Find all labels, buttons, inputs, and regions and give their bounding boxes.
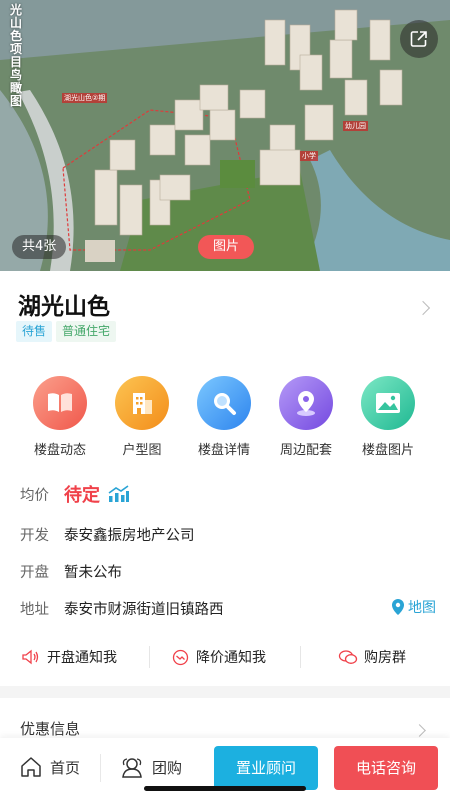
group-buy-button[interactable]: 团购 <box>120 756 182 778</box>
home-button[interactable]: 首页 <box>20 756 80 778</box>
opening-row: 开盘 暂未公布 <box>20 559 122 583</box>
price-drop-notify-label: 降价通知我 <box>196 650 266 666</box>
opening-key: 开盘 <box>20 564 49 581</box>
address-key: 地址 <box>20 601 49 618</box>
menu-item-floorplan[interactable]: 户型图 <box>101 376 183 458</box>
speaker-icon <box>22 649 39 665</box>
price-row: 均价 待定 <box>20 482 130 506</box>
address-value: 泰安市财源街道旧镇路西 <box>64 601 224 618</box>
home-indicator[interactable] <box>144 786 306 791</box>
project-header[interactable]: 湖光山色 待售 普通住宅 <box>0 271 450 351</box>
quick-menu: 楼盘动态 户型图 楼盘详情 周边配套 楼盘图片 <box>0 370 450 460</box>
map-pin-icon <box>392 599 404 615</box>
property-type-tag: 普通住宅 <box>56 321 117 342</box>
developer-value: 泰安鑫振房地产公司 <box>64 527 195 544</box>
map-label-school: 小学 <box>300 151 318 161</box>
aerial-rendering <box>0 0 450 271</box>
image-count-badge: 共4张 <box>12 235 67 259</box>
map-link[interactable]: 地图 <box>391 597 436 617</box>
sale-status-tag: 待售 <box>16 321 53 342</box>
consultant-button[interactable]: 置业顾问 <box>214 746 318 790</box>
map-label-kindergarten: 幼儿园 <box>343 121 368 131</box>
home-label: 首页 <box>50 758 81 777</box>
picture-icon <box>361 376 415 430</box>
phone-consult-button[interactable]: 电话咨询 <box>334 746 438 790</box>
location-pin-icon <box>279 376 333 430</box>
chat-group-icon <box>338 649 358 664</box>
menu-item-photos[interactable]: 楼盘图片 <box>347 376 429 458</box>
building-icon <box>115 376 169 430</box>
hero-vertical-title: 光山色项目鸟瞰图 <box>10 3 23 108</box>
opening-value: 暂未公布 <box>64 564 122 581</box>
menu-item-label: 楼盘图片 <box>361 443 414 458</box>
developer-key: 开发 <box>20 527 49 544</box>
buyer-group-label: 购房群 <box>364 650 406 666</box>
menu-item-label: 周边配套 <box>279 443 332 458</box>
opening-notify-button[interactable]: 开盘通知我 <box>22 638 117 676</box>
price-drop-icon <box>172 649 189 665</box>
divider <box>149 646 150 668</box>
hero-image[interactable]: 光山色项目鸟瞰图 湖光山色②期 幼儿园 小学 共4张 图片 <box>0 0 450 271</box>
project-name: 湖光山色 <box>18 294 110 320</box>
promo-info-title[interactable]: 优惠信息 <box>20 718 80 739</box>
price-value: 待定 <box>64 485 100 506</box>
map-label-phase2: 湖光山色②期 <box>62 93 108 103</box>
price-key: 均价 <box>20 487 49 504</box>
buyer-group-button[interactable]: 购房群 <box>338 638 406 676</box>
address-row: 地址 泰安市财源街道旧镇路西 <box>20 596 224 620</box>
developer-row: 开发 泰安鑫振房地产公司 <box>20 522 195 546</box>
divider <box>300 646 301 668</box>
group-buy-label: 团购 <box>152 758 183 777</box>
menu-item-details[interactable]: 楼盘详情 <box>183 376 265 458</box>
section-divider <box>0 686 450 698</box>
menu-item-surroundings[interactable]: 周边配套 <box>265 376 347 458</box>
group-buy-icon <box>122 758 142 778</box>
magnifier-icon <box>197 376 251 430</box>
menu-item-label: 户型图 <box>122 443 162 458</box>
price-trend-icon[interactable] <box>108 485 130 503</box>
map-link-label: 地图 <box>408 600 436 616</box>
menu-item-label: 楼盘动态 <box>33 443 86 458</box>
book-icon <box>33 376 87 430</box>
price-drop-notify-button[interactable]: 降价通知我 <box>172 638 266 676</box>
chevron-right-icon <box>415 300 431 316</box>
notify-bar: 开盘通知我 降价通知我 购房群 <box>0 638 450 676</box>
image-category-tab[interactable]: 图片 <box>198 235 254 259</box>
opening-notify-label: 开盘通知我 <box>47 650 117 666</box>
menu-item-news[interactable]: 楼盘动态 <box>19 376 101 458</box>
share-button[interactable] <box>400 20 438 58</box>
menu-item-label: 楼盘详情 <box>197 443 250 458</box>
share-icon <box>410 31 427 47</box>
chevron-right-icon <box>413 724 426 737</box>
divider <box>100 754 101 782</box>
home-icon <box>21 757 41 777</box>
